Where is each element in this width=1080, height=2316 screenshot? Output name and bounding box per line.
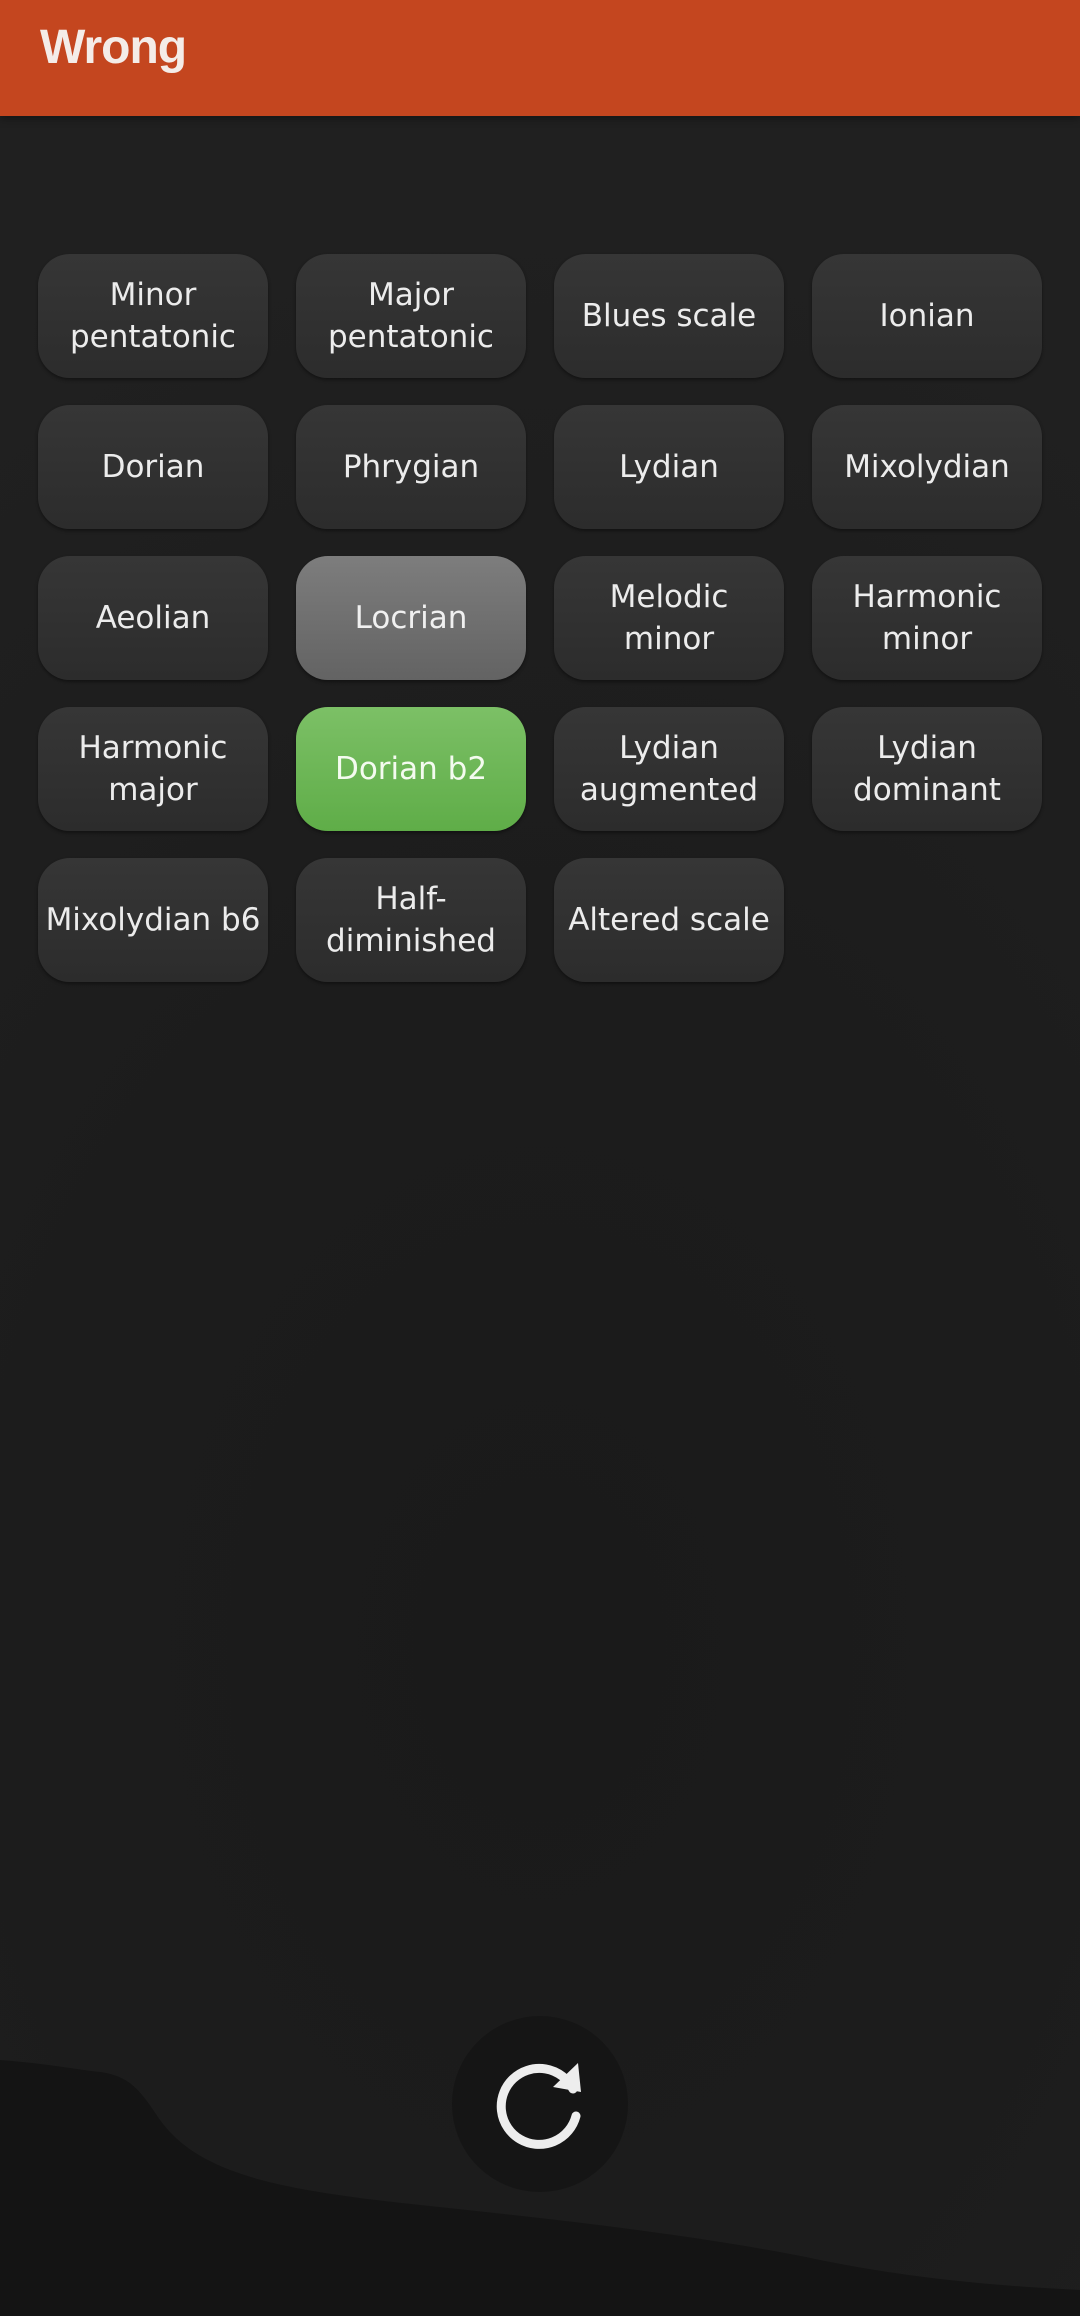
scale-option-label: Locrian: [354, 600, 468, 636]
scale-option-dorian-b2-correct[interactable]: Dorian b2: [296, 707, 526, 831]
scale-option-aeolian[interactable]: Aeolian: [38, 556, 268, 680]
scale-option-label: Lydian: [619, 449, 719, 485]
scale-option-harmonic-minor[interactable]: Harmonic minor: [812, 556, 1042, 680]
scale-option-label: Mixolydian: [844, 449, 1010, 485]
scale-option-minor-pentatonic[interactable]: Minor pentatonic: [38, 254, 268, 378]
scale-option-blues-scale[interactable]: Blues scale: [554, 254, 784, 378]
scale-option-label: Harmonic major: [78, 730, 228, 808]
scale-option-label: Mixolydian b6: [45, 902, 261, 938]
scale-option-mixolydian-b6[interactable]: Mixolydian b6: [38, 858, 268, 982]
scale-option-locrian-selected[interactable]: Locrian: [296, 556, 526, 680]
scale-option-label: Minor pentatonic: [70, 277, 236, 355]
scale-option-harmonic-major[interactable]: Harmonic major: [38, 707, 268, 831]
scale-option-ionian[interactable]: Ionian: [812, 254, 1042, 378]
scale-option-label: Ionian: [879, 298, 975, 334]
scale-option-label: Altered scale: [568, 902, 770, 938]
scale-option-label: Lydian dominant: [853, 730, 1001, 808]
scale-option-mixolydian[interactable]: Mixolydian: [812, 405, 1042, 529]
scale-option-lydian-augmented[interactable]: Lydian augmented: [554, 707, 784, 831]
refresh-icon: [496, 2063, 581, 2149]
scale-option-label: Half-diminished: [326, 881, 496, 959]
scale-option-dorian[interactable]: Dorian: [38, 405, 268, 529]
scale-option-lydian-dominant[interactable]: Lydian dominant: [812, 707, 1042, 831]
scale-option-half-diminished[interactable]: Half-diminished: [296, 858, 526, 982]
scale-option-phrygian[interactable]: Phrygian: [296, 405, 526, 529]
scale-options-grid: Minor pentatonic Major pentatonic Blues …: [38, 254, 1042, 982]
scale-option-altered-scale[interactable]: Altered scale: [554, 858, 784, 982]
scale-option-melodic-minor[interactable]: Melodic minor: [554, 556, 784, 680]
scale-option-lydian[interactable]: Lydian: [554, 405, 784, 529]
scale-option-label: Aeolian: [95, 600, 211, 636]
scale-option-label: Blues scale: [581, 298, 757, 334]
scale-option-label: Phrygian: [342, 449, 480, 485]
scale-option-label: Dorian: [101, 449, 205, 485]
scale-option-major-pentatonic[interactable]: Major pentatonic: [296, 254, 526, 378]
scale-option-label: Melodic minor: [609, 579, 729, 657]
scale-option-label: Major pentatonic: [328, 277, 494, 355]
result-title: Wrong: [40, 21, 187, 74]
refresh-button[interactable]: [452, 2016, 628, 2192]
result-header: Wrong: [0, 0, 1080, 116]
scale-option-label: Dorian b2: [334, 751, 488, 787]
scale-option-label: Harmonic minor: [852, 579, 1002, 657]
scale-option-label: Lydian augmented: [579, 730, 759, 808]
